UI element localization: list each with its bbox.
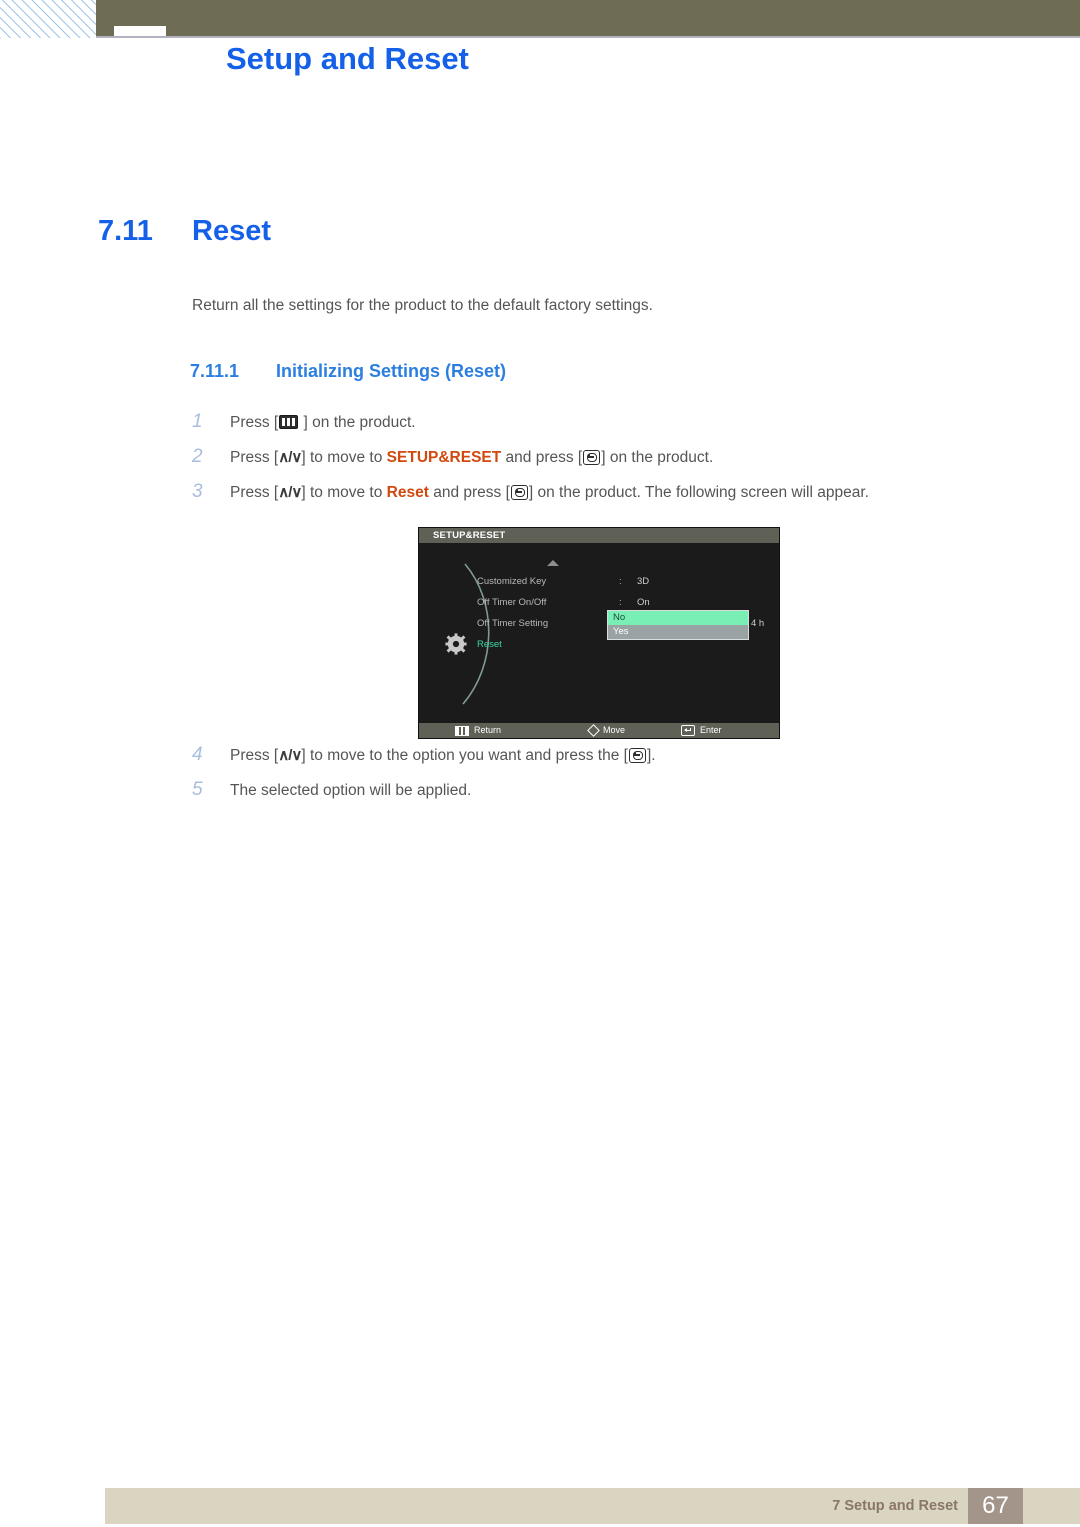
instruction-step: 2 Press [∧/∨] to move to SETUP&RESET and …: [192, 446, 1012, 469]
gear-icon: [445, 633, 467, 655]
step-text: Press [ ] on the product.: [230, 414, 416, 431]
osd-slider-value: 4 h: [751, 618, 765, 629]
step-text: The selected option will be applied.: [230, 782, 472, 799]
osd-footer-move-label: Move: [603, 725, 626, 735]
footer-chapter-label: 7 Setup and Reset: [832, 1498, 958, 1514]
osd-title-bar: SETUP&RESET: [419, 528, 779, 543]
highlighted-keyword: Reset: [386, 484, 429, 501]
enter-icon: [628, 748, 646, 763]
instruction-steps-lower: 4 Press [∧/∨] to move to the option you w…: [192, 744, 1012, 814]
osd-scroll-up-arrow: [547, 560, 559, 566]
hatch-decoration: [0, 0, 96, 38]
step-number: 3: [192, 481, 203, 502]
menu-icon: [279, 415, 299, 429]
header-olive-bar: [96, 0, 1080, 36]
header-divider-rule: [96, 36, 1080, 38]
enter-icon: [681, 725, 695, 736]
section-title: Reset: [192, 215, 271, 247]
diamond-move-icon: [587, 724, 600, 737]
step-number: 5: [192, 779, 203, 800]
osd-footer-move: Move: [587, 723, 626, 738]
step-number: 2: [192, 446, 203, 467]
page-title: Setup and Reset: [226, 41, 469, 76]
highlighted-keyword: SETUP&RESET: [386, 449, 502, 466]
instruction-step: 4 Press [∧/∨] to move to the option you w…: [192, 744, 1012, 767]
enter-icon: [583, 450, 601, 465]
osd-footer-return-label: Return: [474, 725, 502, 735]
osd-row-label: Reset: [477, 639, 502, 650]
osd-menu-row[interactable]: Customized Key: 3D: [477, 571, 777, 592]
osd-row-label: Customized Key: [477, 576, 547, 587]
menu-icon: [455, 725, 469, 736]
subsection-number: 7.11.1: [190, 361, 240, 381]
osd-footer-return: Return: [455, 723, 501, 738]
step-text: Press [∧/∨] to move to the option you wa…: [230, 745, 1012, 767]
enter-icon: [510, 485, 528, 500]
osd-footer-enter: Enter: [681, 723, 722, 738]
page-footer-bar: 7 Setup and Reset: [105, 1488, 1080, 1524]
step-number: 1: [192, 411, 203, 432]
step-text: Press [∧/∨] to move to Reset and press […: [230, 482, 1012, 504]
subsection-title: Initializing Settings (Reset): [276, 361, 507, 381]
instruction-steps-upper: 1 Press [ ] on the product. 2 Press [∧/∨] t…: [192, 411, 1012, 516]
osd-body: Customized Key:3D Off Timer On/Off: On Off …: [419, 543, 779, 725]
up-down-icon: ∧/∨: [278, 747, 302, 764]
instruction-step: 1 Press [ ] on the product.: [192, 411, 1012, 434]
section-intro-text: Return all the settings for the product …: [192, 297, 653, 314]
osd-row-value: 3D: [637, 576, 650, 587]
subsection-heading: 7.11.1 Initializing Settings (Reset): [190, 361, 506, 382]
step-text: Press [∧/∨] to move to SETUP&RESET and p…: [230, 447, 1012, 469]
osd-footer-bar: Return Move Enter: [419, 723, 779, 738]
section-heading: 7.11 Reset: [98, 215, 271, 248]
osd-dropdown-option[interactable]: No: [608, 611, 748, 625]
osd-reset-dropdown[interactable]: No Yes: [607, 610, 749, 640]
osd-footer-enter-label: Enter: [700, 725, 722, 735]
instruction-step: 5 The selected option will be applied.: [192, 779, 1012, 802]
instruction-step: 3 Press [∧/∨] to move to Reset and press …: [192, 481, 1012, 504]
up-down-icon: ∧/∨: [278, 484, 302, 501]
page-header: [0, 0, 1080, 40]
osd-screenshot: SETUP&RESET Customized Key: 3D Off Timer O…: [418, 527, 780, 739]
osd-row-colon: :: [619, 576, 622, 587]
page-number-box: 67: [968, 1488, 1023, 1524]
section-number: 7.11: [98, 215, 153, 247]
osd-dropdown-option[interactable]: Yes: [608, 625, 748, 639]
up-down-icon: ∧/∨: [278, 449, 302, 466]
osd-row-label: Off Timer On/Off: [477, 597, 547, 608]
osd-row-label: Off Timer Setting: [477, 618, 549, 629]
step-number: 4: [192, 744, 203, 765]
